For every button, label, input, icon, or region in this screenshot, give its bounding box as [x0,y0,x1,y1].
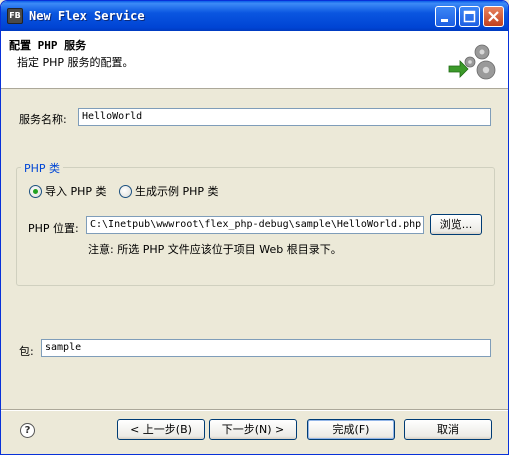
banner-description: 指定 PHP 服务的配置。 [17,56,134,69]
footer-separator [1,409,508,411]
import-php-class-label: 导入 PHP 类 [45,185,107,198]
title-bar[interactable]: FB New Flex Service [1,1,508,31]
maximize-button[interactable] [459,6,480,27]
php-location-label: PHP 位置: [28,222,79,235]
import-php-class-radio[interactable]: 导入 PHP 类 [29,183,107,199]
minimize-icon [441,19,448,22]
banner-title: 配置 PHP 服务 [9,39,87,52]
finish-button[interactable]: 完成(F) [307,419,395,440]
close-button[interactable] [483,6,504,27]
service-name-label: 服务名称: [19,113,67,126]
wizard-banner: 配置 PHP 服务 指定 PHP 服务的配置。 [1,31,508,89]
dialog-window: FB New Flex Service 配置 PHP 服务 指定 PHP 服务的… [0,0,509,455]
cancel-button[interactable]: 取消 [404,419,492,440]
generate-sample-php-class-label: 生成示例 PHP 类 [135,185,219,198]
close-icon [488,11,499,22]
minimize-button[interactable] [435,6,456,27]
help-icon[interactable]: ? [20,423,35,438]
service-name-input[interactable]: HelloWorld [78,108,491,126]
package-label: 包: [19,345,34,358]
back-button[interactable]: < 上一步(B) [117,419,205,440]
maximize-icon [463,10,476,23]
php-location-input[interactable]: C:\Inetpub\wwwroot\flex_php-debug\sample… [86,216,424,234]
php-class-group-legend: PHP 类 [21,160,64,176]
window-title: New Flex Service [29,9,145,23]
browse-button[interactable]: 浏览... [430,214,482,235]
radio-checked-icon [29,184,42,198]
next-button[interactable]: 下一步(N) > [209,419,297,440]
gears-icon [448,44,496,80]
radio-unchecked-icon [119,184,132,198]
generate-sample-php-class-radio[interactable]: 生成示例 PHP 类 [119,183,219,199]
flash-builder-app-icon: FB [7,8,23,24]
package-input[interactable]: sample [41,339,491,357]
php-location-note: 注意: 所选 PHP 文件应该位于项目 Web 根目录下。 [88,243,342,256]
